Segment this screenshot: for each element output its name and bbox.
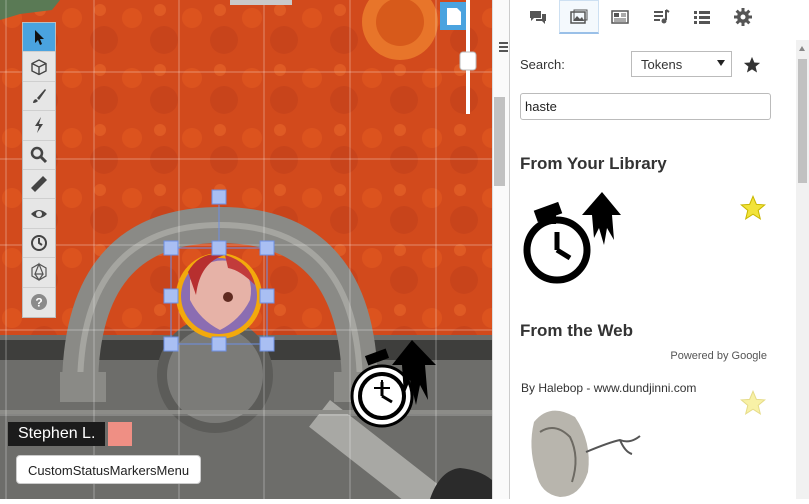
library-favorite-star-icon[interactable] <box>740 195 766 221</box>
player-color-swatch[interactable] <box>108 422 132 446</box>
search-label: Search: <box>520 57 565 72</box>
tab-settings[interactable] <box>723 0 763 34</box>
zoom-slider[interactable] <box>459 0 477 114</box>
pointer-icon <box>35 30 44 46</box>
newspaper-icon <box>611 10 629 24</box>
d20-icon <box>31 262 47 282</box>
search-type-select[interactable]: Tokens <box>631 51 732 77</box>
gear-icon <box>734 8 752 26</box>
chat-bubbles-icon <box>530 11 546 24</box>
svg-text:?: ? <box>35 296 42 310</box>
lightning-icon <box>35 117 43 134</box>
dice-tool[interactable] <box>23 258 55 288</box>
sidebar-scrollbar-thumb[interactable] <box>798 59 807 183</box>
cube-icon <box>31 58 47 75</box>
web-section-title: From the Web <box>520 321 634 340</box>
brush-icon <box>33 88 46 103</box>
tab-art-library[interactable] <box>559 0 599 34</box>
eye-icon <box>31 209 47 218</box>
scroll-up-arrow-icon[interactable] <box>799 46 805 51</box>
player-name: Stephen L. <box>8 422 106 446</box>
tool-palette: ? <box>22 22 56 318</box>
library-haste-result[interactable] <box>520 190 624 290</box>
fog-tool[interactable] <box>23 199 55 229</box>
sidebar-tabs <box>518 0 764 34</box>
clock-icon <box>31 234 47 251</box>
music-list-icon <box>654 9 670 24</box>
favorites-star-icon[interactable] <box>743 56 761 74</box>
right-sidebar: Search: Tokens haste From Your Library F… <box>509 0 809 499</box>
tab-journal[interactable] <box>600 0 640 34</box>
tab-card-decks[interactable] <box>682 0 722 34</box>
select-tool[interactable] <box>23 23 55 53</box>
tab-jukebox[interactable] <box>641 0 681 34</box>
fx-tool[interactable] <box>23 111 55 141</box>
chevron-down-icon <box>717 60 725 66</box>
search-type-value: Tokens <box>641 57 683 72</box>
help-tool[interactable]: ? <box>23 288 55 317</box>
list-icon <box>694 11 710 24</box>
magnifier-icon <box>30 146 48 163</box>
measure-tool[interactable] <box>23 170 55 200</box>
tab-chat[interactable] <box>518 0 558 34</box>
divider-scrollbar[interactable] <box>493 0 510 499</box>
panel-divider[interactable] <box>492 0 510 499</box>
search-input[interactable]: haste <box>520 93 771 120</box>
web-result-attribution: By Halebop - www.dundjinni.com <box>521 381 697 395</box>
hamburger-icon <box>499 42 508 52</box>
pony-token[interactable] <box>176 253 262 339</box>
web-result-image[interactable] <box>520 402 660 499</box>
turn-tracker-tool[interactable] <box>23 229 55 259</box>
zoom-tool[interactable] <box>23 141 55 170</box>
image-icon <box>570 9 588 24</box>
ruler-icon <box>31 176 47 193</box>
map-canvas[interactable]: ? Stephen L. CustomStatusMarkersMenu <box>0 0 492 499</box>
help-icon: ? <box>31 294 47 311</box>
zoom-slider-handle <box>459 51 477 71</box>
web-favorite-star-icon[interactable] <box>740 390 766 416</box>
custom-status-markers-button[interactable]: CustomStatusMarkersMenu <box>16 455 201 484</box>
library-section-title: From Your Library <box>520 154 667 173</box>
sidebar-scrollbar[interactable] <box>796 40 809 499</box>
draw-tool[interactable] <box>23 82 55 112</box>
powered-by-google: Powered by Google <box>670 350 767 362</box>
layer-tool[interactable] <box>23 52 55 82</box>
